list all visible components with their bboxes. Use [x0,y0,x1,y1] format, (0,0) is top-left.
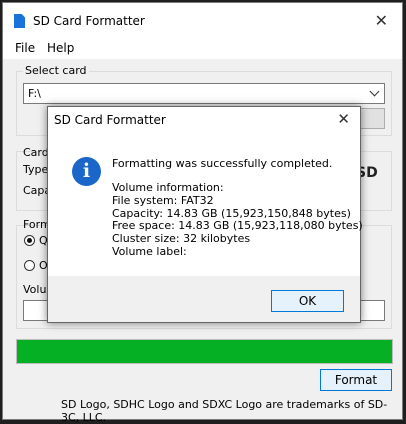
dialog-title-bar: SD Card Formatter ✕ [48,107,360,133]
menu-help[interactable]: Help [47,41,74,55]
sd-card-icon [14,14,25,28]
close-icon[interactable]: ✕ [375,11,388,30]
menu-bar: File Help [3,37,402,59]
dialog-body: i Formatting was successfully completed.… [48,133,363,276]
volume-info-line: Volume information: [112,181,224,194]
progress-fill [17,340,392,363]
progress-bar [16,339,393,364]
dialog-title: SD Card Formatter [54,113,166,127]
menu-file[interactable]: File [15,41,35,55]
volume-label-caption: Volu [23,283,47,296]
volume-info-line: Volume label: [112,244,187,258]
card-select-value: F:\ [28,87,41,100]
dialog-message: Formatting was successfully completed. [112,157,333,170]
dialog-close-icon[interactable]: ✕ [337,110,350,128]
type-label: Type [23,163,49,176]
format-button[interactable]: Format [320,369,392,391]
overwrite-format-radio[interactable] [24,260,35,271]
chevron-down-icon [369,86,380,97]
volume-info-line: File system: FAT32 [112,193,214,207]
ok-button[interactable]: OK [271,290,344,312]
info-icon: i [72,157,101,186]
trademark-footer: SD Logo, SDHC Logo and SDXC Logo are tra… [61,398,388,424]
quick-format-radio[interactable] [24,235,35,246]
title-bar: SD Card Formatter ✕ [3,3,402,37]
volume-info: Volume information: File system: FAT32 C… [112,181,363,259]
card-info-label: Card [23,146,49,159]
select-card-label: Select card [23,64,89,77]
window-title: SD Card Formatter [33,14,145,28]
success-dialog: SD Card Formatter ✕ i Formatting was suc… [47,106,363,323]
main-window: SD Card Formatter ✕ File Help Select car… [2,2,403,424]
card-select-dropdown[interactable]: F:\ [23,83,385,104]
